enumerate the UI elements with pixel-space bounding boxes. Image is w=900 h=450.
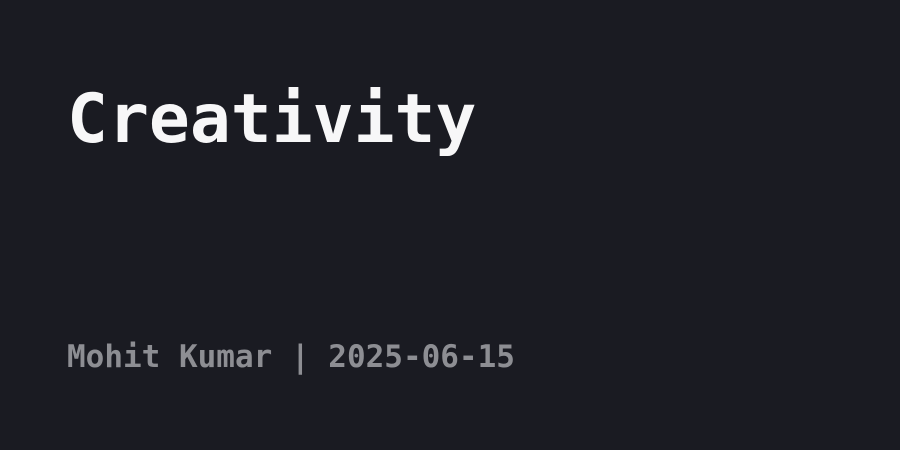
post-card: Creativity Mohit Kumar | 2025-06-15 [0, 0, 900, 450]
post-byline: Mohit Kumar | 2025-06-15 [67, 339, 515, 375]
post-title: Creativity [67, 80, 477, 159]
